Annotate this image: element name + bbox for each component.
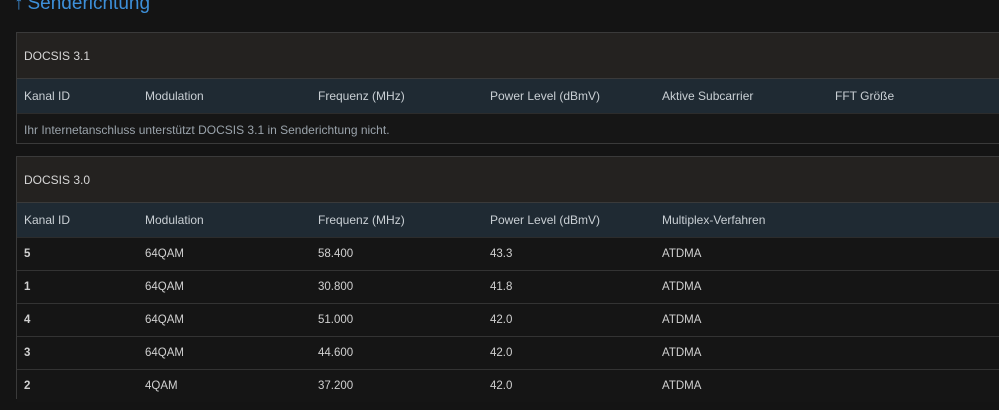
- docsis30-column-headers: Kanal ID Modulation Frequenz (MHz) Power…: [17, 203, 999, 238]
- cell-multiplex: ATDMA: [662, 380, 702, 392]
- column-header-modulation: Modulation: [145, 89, 204, 103]
- cell-frequenz: 44.600: [318, 347, 354, 359]
- cell-frequenz: 37.200: [318, 380, 354, 392]
- docsis31-panel: DOCSIS 3.1 Kanal ID Modulation Frequenz …: [16, 32, 999, 144]
- cell-multiplex: ATDMA: [662, 314, 702, 326]
- column-header-power-level: Power Level (dBmV): [490, 213, 601, 227]
- cell-power-level: 41.8: [490, 281, 513, 293]
- cell-power-level: 42.0: [490, 314, 513, 326]
- table-row: 4 64QAM 51.000 42.0 ATDMA: [17, 304, 999, 337]
- arrow-up-icon: ↑: [14, 0, 24, 14]
- column-header-kanal-id: Kanal ID: [24, 89, 71, 103]
- docsis30-heading: DOCSIS 3.0: [17, 157, 999, 203]
- cell-modulation: 64QAM: [145, 248, 184, 260]
- column-header-modulation: Modulation: [145, 213, 204, 227]
- column-header-multiplex-verfahren: Multiplex-Verfahren: [662, 213, 766, 227]
- cell-frequenz: 58.400: [318, 248, 354, 260]
- cell-power-level: 42.0: [490, 380, 513, 392]
- cell-modulation: 64QAM: [145, 347, 184, 359]
- table-row: 3 64QAM 44.600 42.0 ATDMA: [17, 337, 999, 370]
- cell-multiplex: ATDMA: [662, 347, 702, 359]
- docsis31-heading: DOCSIS 3.1: [17, 33, 999, 79]
- cell-modulation: 64QAM: [145, 281, 184, 293]
- cell-frequenz: 30.800: [318, 281, 354, 293]
- column-header-frequenz: Frequenz (MHz): [318, 213, 405, 227]
- cell-modulation: 4QAM: [145, 380, 178, 392]
- column-header-aktive-subcarrier: Aktive Subcarrier: [662, 89, 754, 103]
- cell-power-level: 43.3: [490, 248, 513, 260]
- cell-multiplex: ATDMA: [662, 281, 702, 293]
- table-row: 2 4QAM 37.200 42.0 ATDMA: [17, 370, 999, 402]
- cell-kanal-id: 2: [24, 380, 31, 392]
- cell-frequenz: 51.000: [318, 314, 354, 326]
- cell-kanal-id: 3: [24, 347, 31, 359]
- cell-kanal-id: 4: [24, 314, 31, 326]
- cell-kanal-id: 1: [24, 281, 31, 293]
- page-title[interactable]: ↑ Senderichtung: [14, 0, 150, 16]
- cell-power-level: 42.0: [490, 347, 513, 359]
- table-row: 1 64QAM 30.800 41.8 ATDMA: [17, 271, 999, 304]
- docsis30-panel: DOCSIS 3.0 Kanal ID Modulation Frequenz …: [16, 156, 999, 402]
- column-header-frequenz: Frequenz (MHz): [318, 89, 405, 103]
- cell-multiplex: ATDMA: [662, 248, 702, 260]
- table-row: 5 64QAM 58.400 43.3 ATDMA: [17, 238, 999, 271]
- cell-kanal-id: 5: [24, 248, 31, 260]
- page-title-text: Senderichtung: [27, 0, 151, 14]
- column-header-kanal-id: Kanal ID: [24, 213, 71, 227]
- column-header-fft-groesse: FFT Größe: [835, 89, 895, 103]
- docsis31-column-headers: Kanal ID Modulation Frequenz (MHz) Power…: [17, 79, 999, 114]
- docsis31-notice: Ihr Internetanschluss unterstützt DOCSIS…: [24, 122, 390, 137]
- cell-modulation: 64QAM: [145, 314, 184, 326]
- column-header-power-level: Power Level (dBmV): [490, 89, 601, 103]
